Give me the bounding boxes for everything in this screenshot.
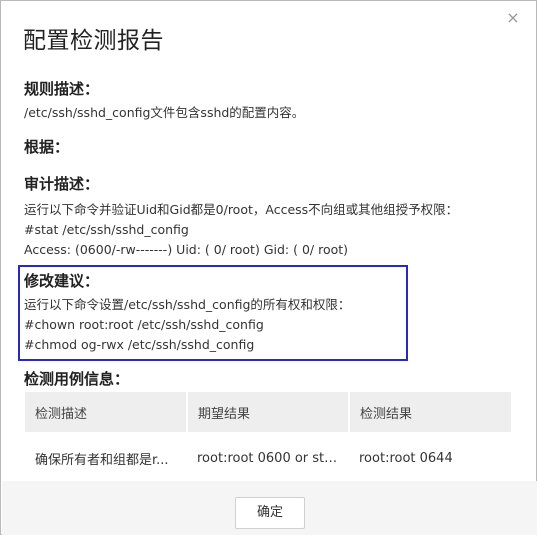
cell-expected: root:root 0600 or stri... xyxy=(197,450,346,466)
audit-line: #stat /etc/ssh/sshd_config xyxy=(24,222,189,237)
remediation-line: #chown root:root /etc/ssh/sshd_config xyxy=(24,317,264,332)
dialog-title: 配置检测报告 xyxy=(23,28,164,54)
testcase-heading: 检测用例信息： xyxy=(24,370,130,388)
rule-heading: 规则描述： xyxy=(24,80,100,98)
rule-text: /etc/ssh/sshd_config文件包含sshd的配置内容。 xyxy=(24,105,305,120)
table-header-row: 检测描述 期望结果 检测结果 xyxy=(25,392,511,432)
testcase-section: 检测用例信息： xyxy=(24,369,129,389)
column-header-description: 检测描述 xyxy=(25,392,188,432)
remediation-section: 修改建议： 运行以下命令设置/etc/ssh/sshd_config的所有权和权… xyxy=(24,271,350,355)
column-header-result: 检测结果 xyxy=(349,392,511,432)
ok-button[interactable]: 确定 xyxy=(235,497,305,529)
basis-section: 根据： xyxy=(24,137,69,157)
rule-section: 规则描述： /etc/ssh/sshd_config文件包含sshd的配置内容。 xyxy=(24,79,304,123)
cell-description: 确保所有者和组都是r... xyxy=(35,452,169,468)
audit-heading: 审计描述： xyxy=(24,175,100,193)
audit-section: 审计描述： 运行以下命令并验证Uid和Gid都是0/root，Access不向组… xyxy=(24,174,458,260)
column-header-expected: 期望结果 xyxy=(187,392,350,432)
testcase-table: 检测描述 期望结果 检测结果 确保所有者和组都是r... root:root 0… xyxy=(25,392,511,484)
cell-result: root:root 0644 xyxy=(359,450,453,466)
table-row: 确保所有者和组都是r... root:root 0600 or stri... … xyxy=(25,432,511,484)
remediation-heading: 修改建议： xyxy=(24,272,100,290)
basis-heading: 根据： xyxy=(24,138,70,156)
audit-line: Access: (0600/-rw-------) Uid: ( 0/ root… xyxy=(24,242,349,257)
remediation-line: #chmod og-rwx /etc/ssh/sshd_config xyxy=(24,337,255,352)
audit-line: 运行以下命令并验证Uid和Gid都是0/root，Access不向组或其他组授予… xyxy=(24,202,459,217)
close-icon[interactable]: × xyxy=(504,9,522,27)
config-report-dialog: × 配置检测报告 规则描述： /etc/ssh/sshd_config文件包含s… xyxy=(0,0,537,535)
remediation-line: 运行以下命令设置/etc/ssh/sshd_config的所有权和权限： xyxy=(24,297,351,312)
